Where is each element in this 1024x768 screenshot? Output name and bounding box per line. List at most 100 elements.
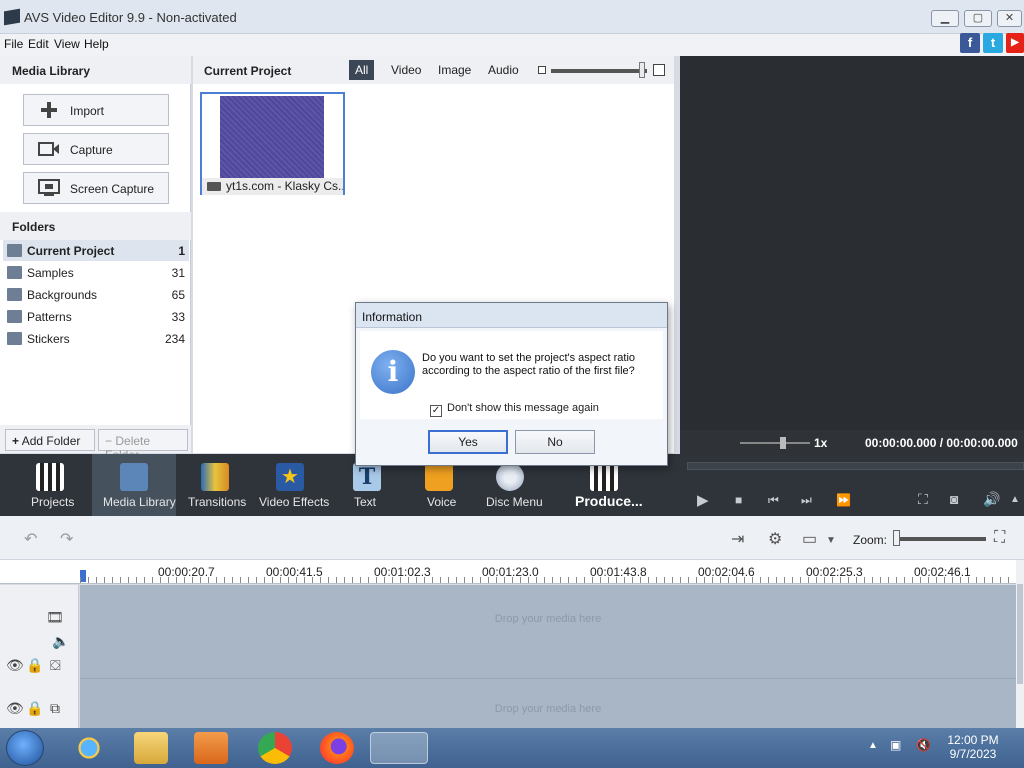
media-library-tool[interactable]: Media Library [92,454,176,516]
undo-icon[interactable]: ↶ [24,529,37,549]
thumb-size-handle[interactable] [639,62,645,78]
folder-patterns[interactable]: Patterns 33 [3,306,189,327]
camera-icon [38,142,59,156]
window-title: AVS Video Editor 9.9 - Non-activated [24,10,237,25]
timeline-tracks[interactable]: Drop your media here Drop your media her… [80,585,1016,728]
stop-icon[interactable]: ■ [735,493,742,507]
no-button[interactable]: No [515,430,595,454]
video-preview [680,56,1024,430]
speed-handle[interactable] [780,437,786,449]
large-thumbs-icon[interactable] [653,64,665,76]
media-player-icon[interactable] [194,732,228,764]
folder-name: Current Project [27,244,115,258]
network-icon[interactable]: ▣ [890,738,901,752]
eye-icon[interactable]: 👁 [6,700,24,717]
fit-to-window-icon[interactable]: ⛶ [994,529,1005,547]
delete-folder-button[interactable]: − Delete Folder [98,429,188,462]
next-frame-icon[interactable]: ⏭ [801,493,812,508]
youtube-icon[interactable]: ▶ [1006,33,1024,53]
maximize-button[interactable]: ▢ [964,10,992,27]
folder-count: 1 [178,244,185,258]
video-track-icon: 🎞 [46,609,64,625]
project-header: Current Project All Video Image Audio [193,56,674,84]
folder-current-project[interactable]: Current Project 1 [3,240,189,261]
scrollbar-thumb[interactable] [1017,584,1023,684]
fullscreen-icon[interactable]: ⛶ [918,491,928,508]
storyboard-icon[interactable]: ▭ [802,529,817,549]
timeline-scrollbar[interactable] [1016,560,1024,728]
folder-actions: + Add Folder − Delete Folder [0,425,191,462]
filter-all[interactable]: All [349,60,375,80]
minimize-button[interactable]: ▁ [931,10,959,27]
menu-file[interactable]: File [4,37,23,51]
add-folder-button[interactable]: + Add Folder [5,429,95,451]
expand-icon[interactable]: ▲ [1010,494,1020,505]
taskbar: ▲ ▣ 🔇 12:00 PM 9/7/2023 [0,728,1024,768]
redo-icon[interactable]: ↷ [60,529,73,549]
folder-backgrounds[interactable]: Backgrounds 65 [3,284,189,305]
play-icon[interactable]: ▶ [697,491,709,509]
trim-icon[interactable]: ⇥ [731,529,744,549]
filter-image[interactable]: Image [432,60,477,80]
folder-stickers[interactable]: Stickers 234 [3,328,189,349]
volume-muted-icon[interactable]: 🔇 [916,738,931,752]
add-folder-label: Add Folder [21,434,81,448]
dont-show-again-row[interactable]: ✓ Don't show this message again [430,402,599,417]
folder-name: Stickers [27,332,70,346]
media-caption: yt1s.com - Klasky Cs... [202,178,343,195]
import-button[interactable]: Import [23,94,169,126]
snapshot-icon[interactable]: ◙ [950,491,958,507]
yes-button[interactable]: Yes [428,430,508,454]
facebook-icon[interactable]: f [960,33,980,53]
dont-show-again-checkbox[interactable]: ✓ [430,405,442,417]
folder-icon [7,266,22,279]
clapper-icon [36,463,64,491]
timeline-ruler[interactable]: 00:00:20.7 00:00:41.5 00:01:02.3 00:01:2… [0,560,1016,584]
lock-icon[interactable]: 🔒 [26,700,43,717]
twitter-icon[interactable]: t [983,33,1003,53]
menu-edit[interactable]: Edit [28,37,49,51]
firefox-icon[interactable] [320,732,354,764]
close-button[interactable]: ✕ [997,10,1022,27]
projects-tool[interactable]: Projects [12,454,90,516]
filter-video[interactable]: Video [385,60,427,80]
project-title: Current Project [204,64,292,78]
clock-time: 12:00 PM [947,733,999,747]
clock[interactable]: 12:00 PM 9/7/2023 [942,733,1004,761]
minus-icon: − [105,434,113,448]
thumb-size-slider[interactable] [551,69,647,73]
text-icon: T [353,463,381,491]
timeline-zoom-slider[interactable] [893,537,986,541]
overlay-track-icon: ⧉ [50,700,60,716]
folder-count: 234 [164,332,185,346]
menu-help[interactable]: Help [84,37,109,51]
chrome-icon[interactable] [258,732,292,764]
avs-video-editor-taskbar-icon[interactable] [370,732,428,764]
eye-icon[interactable]: 👁 [6,657,24,674]
start-button[interactable] [6,730,44,766]
internet-explorer-icon[interactable] [72,732,106,764]
transitions-tool[interactable]: Transitions [180,454,250,516]
drop-zone-main: Drop your media here [494,613,602,625]
small-thumbs-icon[interactable] [538,66,546,74]
speed-slider[interactable] [740,442,810,444]
lock-icon[interactable]: 🔒 [26,657,43,674]
capture-button[interactable]: Capture [23,133,169,165]
seek-bar[interactable] [687,462,1024,470]
split-icon[interactable]: ⏩ [836,493,851,507]
media-thumbnail[interactable]: yt1s.com - Klasky Cs... [200,92,345,195]
screen-capture-button[interactable]: Screen Capture [23,172,169,204]
previous-frame-icon[interactable]: ⏮ [768,493,779,508]
audio-mixer-icon[interactable]: ⚙ [768,529,782,549]
volume-icon[interactable]: 🔊 [983,491,1000,508]
video-effects-tool[interactable]: ★ Video Effects [254,454,330,516]
chevron-down-icon[interactable]: ▼ [826,535,836,546]
filter-audio[interactable]: Audio [482,60,525,80]
folder-name: Samples [27,266,74,280]
file-explorer-icon[interactable] [134,732,168,764]
timeline-zoom-handle[interactable] [893,530,900,546]
disc-menu-label: Disc Menu [486,495,543,509]
folder-samples[interactable]: Samples 31 [3,262,189,283]
menu-view[interactable]: View [54,37,80,51]
show-hidden-icons[interactable]: ▲ [868,740,878,751]
